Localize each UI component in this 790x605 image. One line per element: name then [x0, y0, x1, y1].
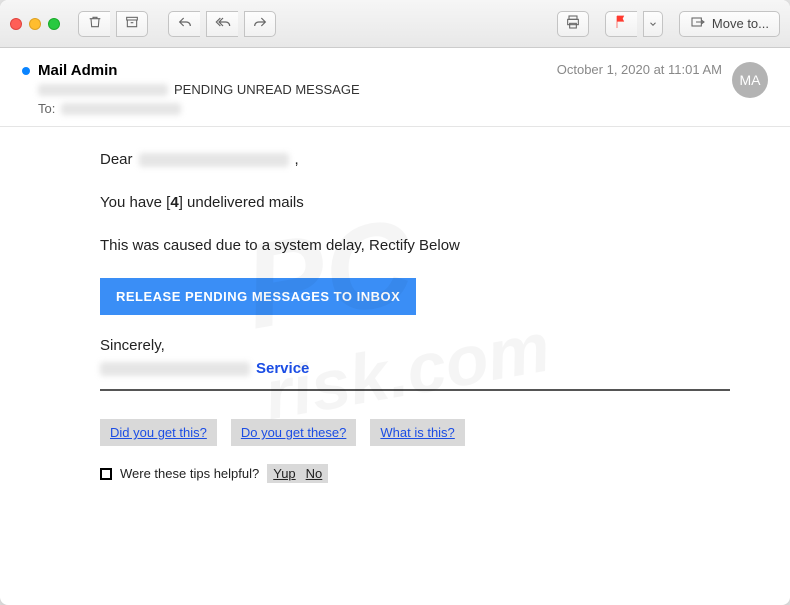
print-button[interactable] [557, 11, 589, 37]
reply-button[interactable] [168, 11, 200, 37]
forward-button[interactable] [244, 11, 276, 37]
reply-all-button[interactable] [206, 11, 238, 37]
undelivered-line: You have [4] undelivered mails [100, 192, 730, 213]
subject-text: PENDING UNREAD MESSAGE [174, 82, 360, 97]
flag-icon [613, 14, 629, 33]
to-label: To: [38, 101, 55, 116]
helpful-checkbox[interactable] [100, 468, 112, 480]
archive-button[interactable] [116, 11, 148, 37]
suggested-reply-1[interactable]: Do you get these? [231, 419, 357, 446]
redacted-name [139, 153, 289, 167]
cause-line: This was caused due to a system delay, R… [100, 235, 730, 256]
window-controls [10, 18, 60, 30]
trash-icon [87, 14, 103, 33]
message-body: Dear , You have [4] undelivered mails Th… [0, 127, 790, 605]
suggested-reply-0[interactable]: Did you get this? [100, 419, 217, 446]
greeting-line: Dear , [100, 149, 730, 170]
service-link[interactable]: Service [256, 360, 309, 377]
helpful-yes[interactable]: Yup [273, 466, 295, 481]
flag-button[interactable] [605, 11, 637, 37]
helpful-no[interactable]: No [306, 466, 323, 481]
greeting-suffix: , [295, 149, 299, 170]
timestamp: October 1, 2020 at 11:01 AM [557, 62, 722, 77]
redacted-recipient [61, 103, 181, 115]
redacted-domain [100, 362, 250, 376]
move-to-icon [690, 14, 706, 33]
sincerely-line: Sincerely, [100, 337, 730, 354]
print-icon [565, 14, 581, 33]
from-name: Mail Admin [38, 62, 557, 79]
chevron-down-icon [648, 16, 658, 32]
greeting-prefix: Dear [100, 149, 133, 170]
mail-window: Move to... Mail Admin PENDING UNREAD MES… [0, 0, 790, 605]
flag-menu-button[interactable] [643, 11, 663, 37]
suggested-reply-2[interactable]: What is this? [370, 419, 464, 446]
close-window-button[interactable] [10, 18, 22, 30]
signature-line: Service [100, 360, 730, 377]
avatar: MA [732, 62, 768, 98]
signature-rule [100, 389, 730, 391]
helpful-prompt: Were these tips helpful? [120, 466, 259, 481]
toolbar: Move to... [0, 0, 790, 48]
reply-all-icon [215, 14, 231, 33]
minimize-window-button[interactable] [29, 18, 41, 30]
zoom-window-button[interactable] [48, 18, 60, 30]
suggested-replies: Did you get this? Do you get these? What… [100, 419, 730, 446]
delete-button[interactable] [78, 11, 110, 37]
archive-icon [124, 14, 140, 33]
reply-icon [177, 14, 193, 33]
forward-icon [252, 14, 268, 33]
move-to-button[interactable]: Move to... [679, 11, 780, 37]
move-to-label: Move to... [712, 16, 769, 31]
helpful-choices: Yup No [267, 464, 328, 483]
helpful-prompt-row: Were these tips helpful? Yup No [100, 464, 730, 483]
undelivered-count: 4 [170, 194, 178, 211]
unread-indicator [22, 67, 30, 75]
message-header: Mail Admin PENDING UNREAD MESSAGE To: Oc… [0, 48, 790, 127]
redacted-subject-prefix [38, 84, 168, 96]
release-messages-button[interactable]: RELEASE PENDING MESSAGES TO INBOX [100, 278, 416, 315]
